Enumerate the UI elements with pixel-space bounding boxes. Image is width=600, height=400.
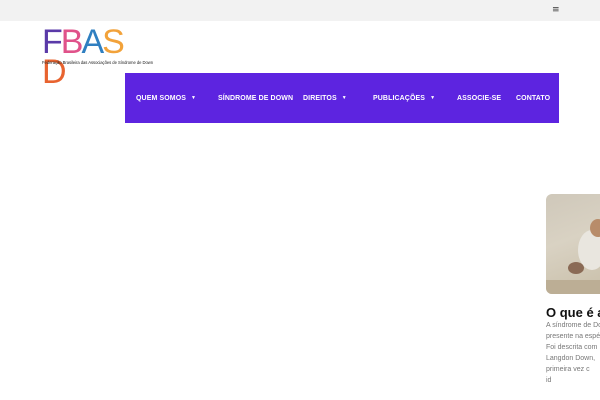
- fbasd-logo[interactable]: FBASD Federação Brasileira das Associaçõ…: [42, 23, 154, 89]
- logo-subtitle: Federação Brasileira das Associações de …: [42, 60, 154, 65]
- nav-label: Contato: [516, 94, 551, 102]
- top-bar: ≡: [0, 0, 600, 21]
- caret-down-icon: ▼: [430, 95, 436, 101]
- nav-item-contato[interactable]: Contato: [516, 73, 550, 123]
- logo-letter-a: A: [81, 23, 104, 61]
- logo-letter-s: S: [102, 23, 125, 61]
- card-text-line: Langdon Down,: [546, 355, 596, 362]
- nav-label: Publicações: [373, 94, 426, 102]
- nav-item-associe-se[interactable]: Associe-se: [457, 73, 501, 123]
- card-text-line: A síndrome de Do: [546, 322, 600, 329]
- nav-item-direitos[interactable]: Direitos ▼: [303, 73, 347, 123]
- card-title[interactable]: O que é a S: [546, 305, 600, 320]
- nav-item-sindrome-de-down[interactable]: Síndrome de Down: [218, 73, 293, 123]
- menu-icon[interactable]: ≡: [552, 5, 560, 15]
- card-text-line: primeira vez c: [546, 366, 590, 373]
- card-text-line: presente na espé: [546, 333, 600, 340]
- nav-item-publicacoes[interactable]: Publicações ▼: [373, 73, 435, 123]
- card-text-line: Foi descrita com: [546, 344, 598, 351]
- nav-label: Quem Somos: [136, 94, 187, 102]
- card-photo-figure: [546, 219, 600, 294]
- caret-down-icon: ▼: [191, 95, 197, 101]
- nav-label: Síndrome de Down: [218, 94, 294, 102]
- main-navigation: Quem Somos ▼ Síndrome de Down Direitos ▼…: [125, 73, 559, 123]
- card-photo[interactable]: [546, 194, 600, 294]
- card-text-line: id: [546, 377, 552, 384]
- nav-label: Direitos: [303, 94, 337, 102]
- nav-item-quem-somos[interactable]: Quem Somos ▼: [136, 73, 196, 123]
- card-text: A síndrome de Do presente na espé Foi de…: [546, 320, 600, 386]
- nav-label: Associe-se: [457, 94, 502, 102]
- logo-mark: FBASD: [42, 23, 134, 89]
- caret-down-icon: ▼: [341, 95, 347, 101]
